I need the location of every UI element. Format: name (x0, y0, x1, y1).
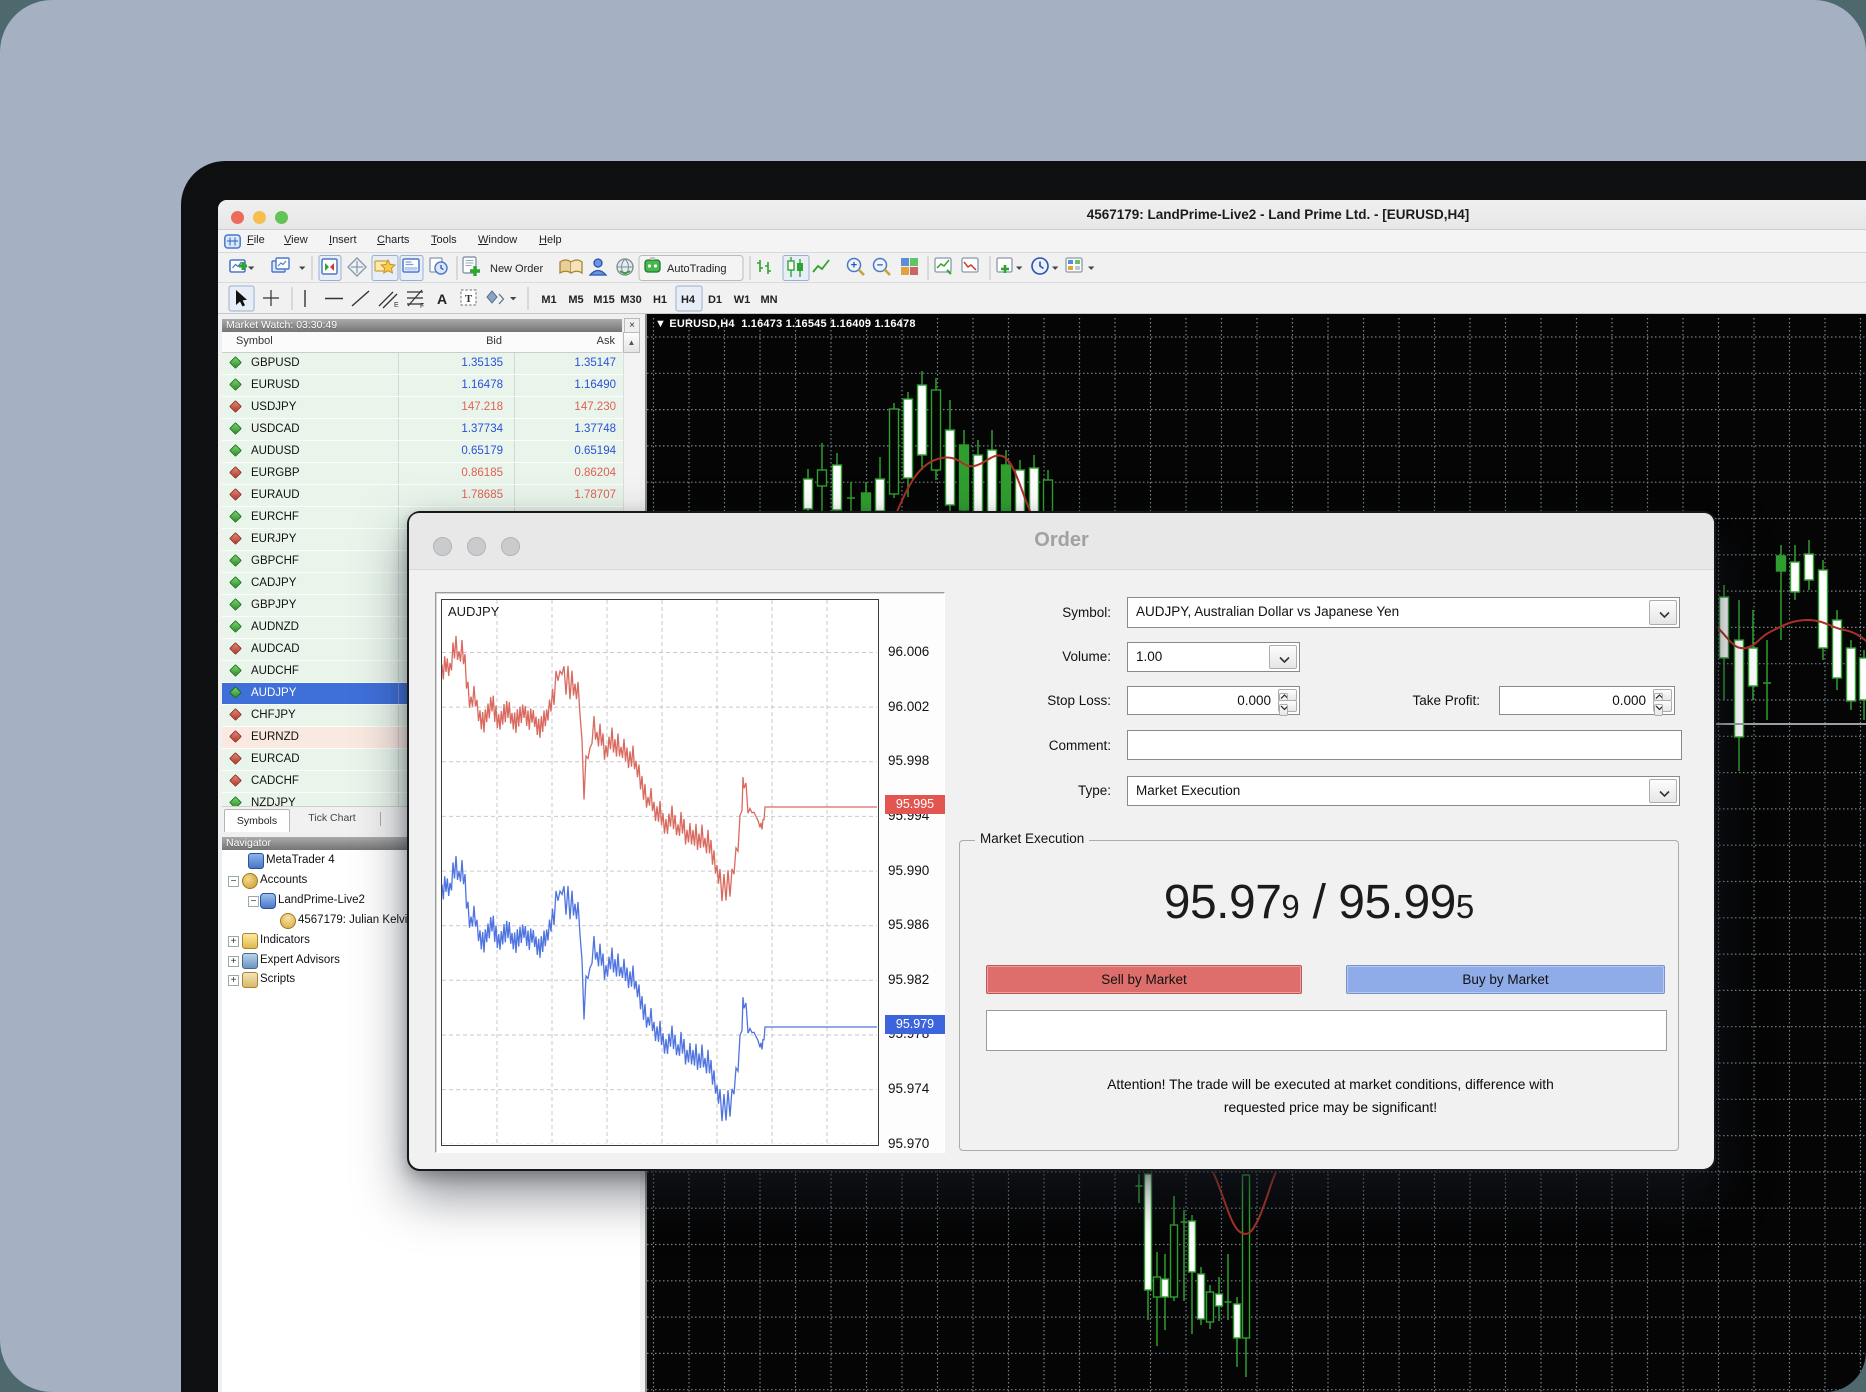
svg-text:M1: M1 (541, 294, 556, 306)
svg-text:+: + (851, 259, 857, 271)
svg-text:H1: H1 (653, 294, 667, 306)
svg-text:AutoTrading: AutoTrading (667, 263, 727, 275)
svg-text:T: T (465, 293, 473, 305)
svg-text:W1: W1 (734, 294, 751, 306)
svg-text:H4: H4 (681, 294, 696, 306)
svg-text:A: A (437, 291, 447, 307)
svg-text:F: F (420, 303, 424, 310)
svg-text:M30: M30 (620, 294, 641, 306)
svg-text:MN: MN (760, 294, 777, 306)
svg-text:E: E (394, 302, 399, 309)
svg-text:New Order: New Order (490, 263, 544, 275)
svg-text:−: − (877, 259, 883, 271)
svg-text:M15: M15 (593, 294, 614, 306)
svg-text:M5: M5 (568, 294, 583, 306)
svg-text:D1: D1 (708, 294, 722, 306)
